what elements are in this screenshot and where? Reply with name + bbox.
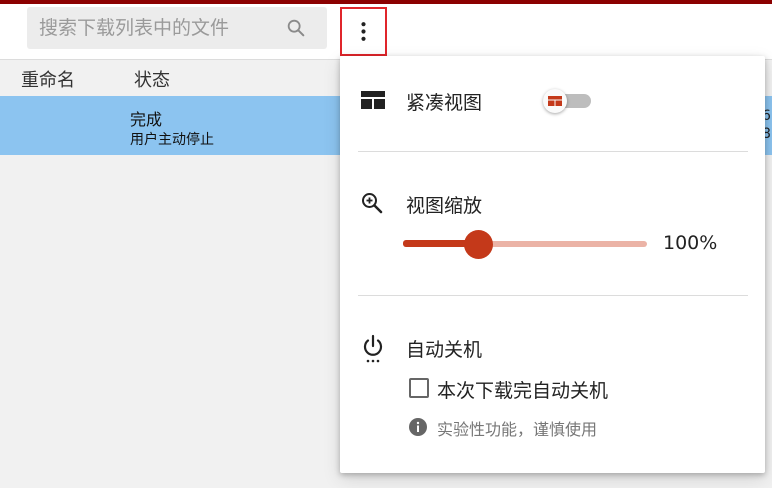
auto-shutdown-checkbox[interactable]	[409, 378, 429, 398]
row-status-reason: 用户主动停止	[130, 132, 214, 148]
menu-divider	[358, 295, 748, 296]
column-header-rename[interactable]: 重命名	[21, 66, 75, 92]
zoom-label: 视图缩放	[406, 195, 483, 217]
more-vert-icon	[361, 22, 366, 41]
search-input[interactable]	[27, 7, 287, 49]
power-settings-icon	[360, 334, 386, 368]
zoom-in-icon	[360, 191, 384, 219]
zoom-value: 100%	[663, 232, 718, 254]
zoom-slider-thumb[interactable]	[464, 230, 494, 259]
compact-view-label: 紧凑视图	[406, 92, 483, 114]
options-menu: 紧凑视图 视图缩放 100% 自动关机 本次下载完自动关机 实验性功能，谨慎使用	[340, 56, 765, 473]
row-status: 完成	[130, 110, 163, 129]
info-icon	[408, 417, 428, 437]
experimental-hint: 实验性功能，谨慎使用	[437, 420, 598, 439]
search-box[interactable]	[27, 7, 327, 49]
toolbar	[0, 4, 772, 59]
auto-shutdown-label: 自动关机	[406, 339, 483, 361]
menu-divider	[358, 151, 748, 152]
column-header-status[interactable]: 状态	[134, 66, 170, 92]
search-icon[interactable]	[285, 17, 307, 39]
auto-shutdown-checkbox-label[interactable]: 本次下载完自动关机	[437, 376, 608, 403]
toggle-thumb	[543, 89, 567, 113]
more-options-button[interactable]	[340, 7, 387, 56]
zoom-slider[interactable]	[403, 229, 647, 259]
compact-view-toggle[interactable]	[543, 89, 591, 113]
view-compact-icon	[361, 91, 385, 113]
